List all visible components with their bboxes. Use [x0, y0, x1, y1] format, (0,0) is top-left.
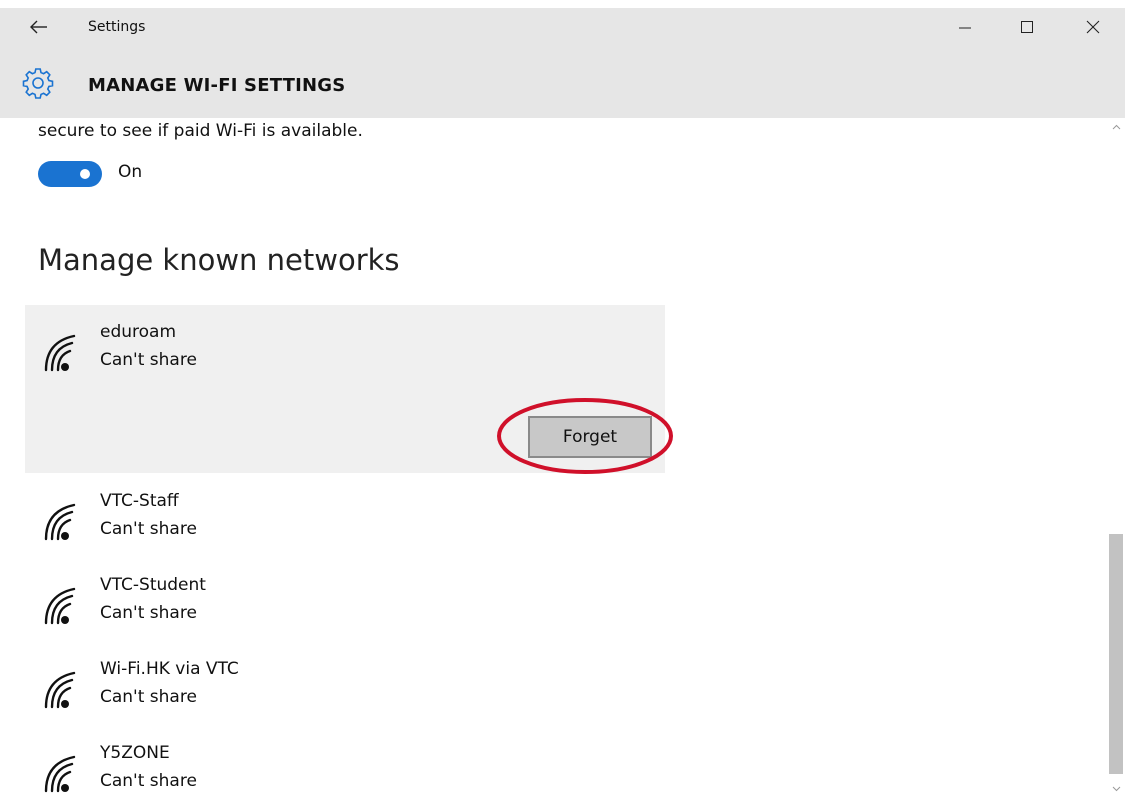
- settings-window: Settings MANAGE WI-FI SETTINGS secure to…: [0, 0, 1125, 796]
- wifi-signal-icon: [44, 587, 76, 625]
- close-button[interactable]: [1070, 8, 1116, 46]
- network-status: Can't share: [100, 350, 197, 370]
- maximize-icon: [1021, 21, 1033, 33]
- wifi-signal-icon: [44, 755, 76, 793]
- back-arrow-icon: [30, 20, 47, 34]
- section-heading: Manage known networks: [38, 243, 400, 277]
- back-button[interactable]: [22, 10, 56, 44]
- network-name: VTC-Staff: [100, 491, 179, 511]
- network-item-vtc-student[interactable]: VTC-Student Can't share: [40, 575, 540, 635]
- paid-wifi-description: secure to see if paid Wi-Fi is available…: [38, 121, 363, 141]
- maximize-button[interactable]: [1004, 8, 1050, 46]
- toggle-state-label: On: [118, 162, 143, 182]
- scroll-down-icon[interactable]: [1108, 782, 1125, 796]
- wifi-signal-icon: [44, 503, 76, 541]
- wifi-signal-icon: [44, 671, 76, 709]
- app-title: Settings: [88, 19, 146, 35]
- network-status: Can't share: [100, 519, 197, 539]
- minimize-icon: [959, 27, 971, 29]
- gear-icon: [22, 68, 54, 99]
- scroll-up-icon[interactable]: [1108, 120, 1125, 134]
- wifi-signal-icon: [44, 334, 76, 372]
- network-name: Wi-Fi.HK via VTC: [100, 659, 239, 679]
- close-icon: [1086, 20, 1100, 34]
- network-status: Can't share: [100, 603, 197, 623]
- network-item-wifi-hk[interactable]: Wi-Fi.HK via VTC Can't share: [40, 659, 540, 719]
- minimize-button[interactable]: [942, 8, 988, 46]
- forget-button[interactable]: Forget: [528, 416, 652, 458]
- settings-content: secure to see if paid Wi-Fi is available…: [0, 118, 1108, 796]
- network-name: Y5ZONE: [100, 743, 170, 763]
- toggle-knob: [80, 169, 90, 179]
- title-bar: Settings: [0, 8, 1125, 48]
- network-name: eduroam: [100, 322, 177, 342]
- network-name: VTC-Student: [100, 575, 206, 595]
- page-header: MANAGE WI-FI SETTINGS: [0, 48, 1125, 118]
- network-status: Can't share: [100, 771, 197, 791]
- page-title: MANAGE WI-FI SETTINGS: [88, 75, 346, 96]
- network-item-vtc-staff[interactable]: VTC-Staff Can't share: [40, 491, 540, 551]
- network-status: Can't share: [100, 687, 197, 707]
- paid-wifi-toggle[interactable]: [38, 161, 102, 187]
- network-item-eduroam[interactable]: eduroam Can't share: [40, 322, 540, 382]
- scrollbar-thumb[interactable]: [1109, 534, 1123, 774]
- vertical-scrollbar[interactable]: [1108, 118, 1125, 796]
- network-item-y5zone[interactable]: Y5ZONE Can't share: [40, 743, 540, 796]
